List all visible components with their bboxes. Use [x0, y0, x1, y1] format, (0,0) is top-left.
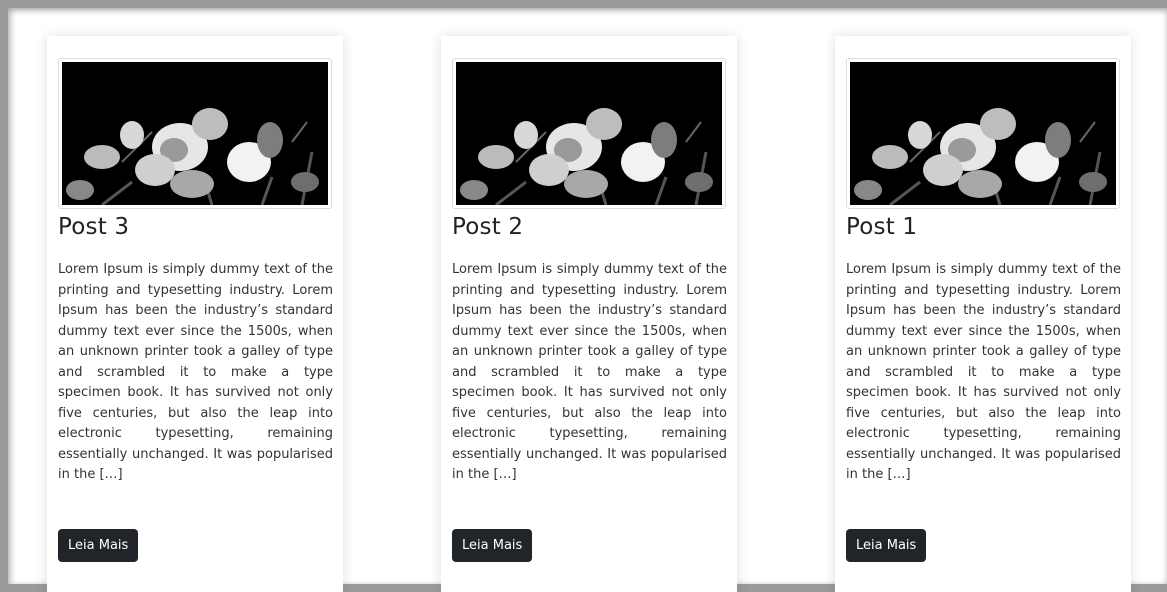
post-title[interactable]: Post 1	[846, 214, 917, 240]
post-thumbnail[interactable]	[58, 58, 332, 209]
post-excerpt: Lorem Ipsum is simply dummy text of the …	[452, 262, 727, 482]
read-more-button[interactable]: Leia Mais	[846, 529, 927, 562]
post-excerpt: Lorem Ipsum is simply dummy text of the …	[58, 262, 333, 482]
post-card: Post 1 Lorem Ipsum is simply dummy text …	[835, 36, 1131, 592]
post-card: Post 3 Lorem Ipsum is simply dummy text …	[47, 36, 343, 592]
post-title[interactable]: Post 3	[58, 214, 129, 240]
post-thumbnail[interactable]	[452, 58, 726, 209]
flowers-image	[62, 62, 328, 205]
page-frame: Post 3 Lorem Ipsum is simply dummy text …	[8, 8, 1167, 592]
post-title[interactable]: Post 2	[452, 214, 523, 240]
flowers-image	[456, 62, 722, 205]
post-card: Post 2 Lorem Ipsum is simply dummy text …	[441, 36, 737, 592]
read-more-button[interactable]: Leia Mais	[452, 529, 533, 562]
read-more-button[interactable]: Leia Mais	[58, 529, 139, 562]
post-excerpt: Lorem Ipsum is simply dummy text of the …	[846, 262, 1121, 482]
post-thumbnail[interactable]	[846, 58, 1120, 209]
flowers-image	[850, 62, 1116, 205]
